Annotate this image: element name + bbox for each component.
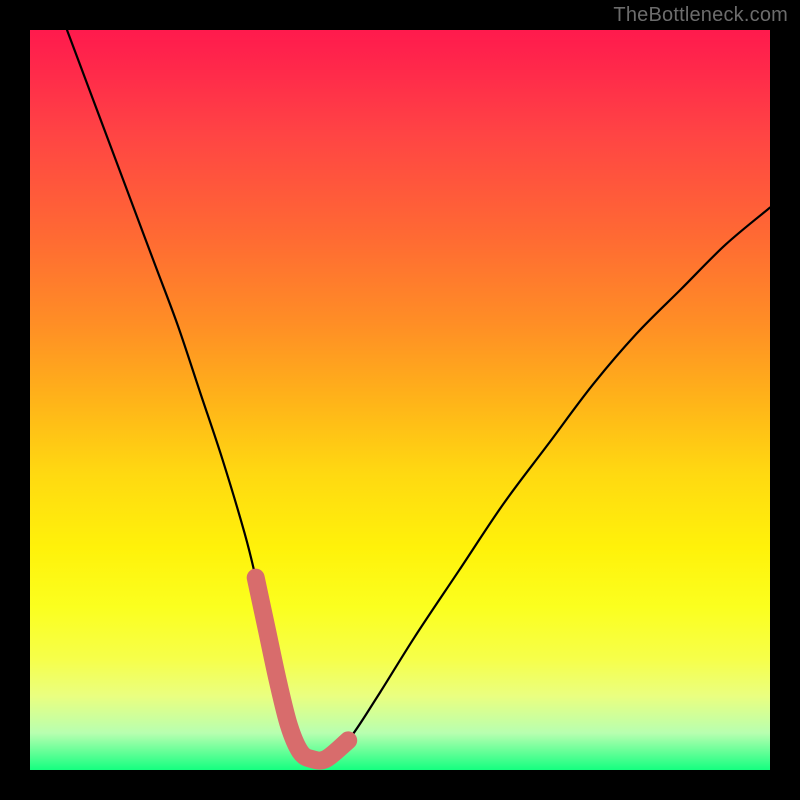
chart-frame: TheBottleneck.com [0, 0, 800, 800]
bottleneck-trough [256, 578, 349, 761]
plot-area [30, 30, 770, 770]
watermark-text: TheBottleneck.com [613, 4, 788, 27]
bottleneck-curve [67, 30, 770, 761]
curve-layer [30, 30, 770, 770]
